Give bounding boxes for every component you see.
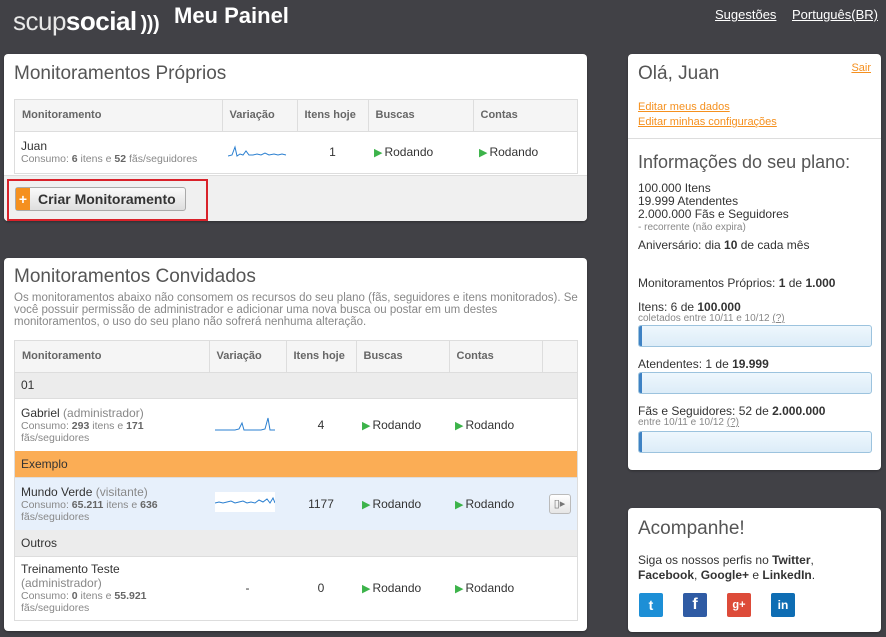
table-row[interactable]: Mundo Verde (visitante) Consumo: 65.211 … <box>15 477 577 530</box>
play-icon: ▶ <box>455 583 464 596</box>
col-searches[interactable]: Buscas <box>356 341 450 373</box>
top-bar: scupsocial))) Meu Painel Sugestões Portu… <box>0 0 886 40</box>
sparkline <box>209 398 286 451</box>
linkedin-icon[interactable]: in <box>771 593 795 617</box>
col-monitoring[interactable]: Monitoramento <box>15 100 223 132</box>
items-progress-bar <box>638 325 872 347</box>
invited-monitorings-panel: Monitoramentos Convidados Os monitoramen… <box>4 258 587 631</box>
suggestions-link[interactable]: Sugestões <box>715 7 776 22</box>
table-row[interactable]: Treinamento Teste (administrador) Consumo… <box>15 556 577 620</box>
accounts-status[interactable]: ▶ Rodando <box>449 477 542 530</box>
greeting: Olá, Juan <box>638 63 720 84</box>
col-accounts[interactable]: Contas <box>473 100 577 132</box>
edit-settings-link[interactable]: Editar minhas configurações <box>638 116 777 128</box>
group-row: Exemplo <box>15 451 577 478</box>
fans-progress-bar <box>638 431 872 453</box>
help-icon[interactable]: (?) <box>727 417 739 428</box>
play-icon: ▶ <box>362 498 371 511</box>
accounts-status[interactable]: ▶ Rodando <box>449 556 542 620</box>
col-variation[interactable]: Variação <box>209 341 287 373</box>
logout-link[interactable]: Sair <box>851 62 871 74</box>
logo-text-bold: social <box>65 6 137 36</box>
monitoring-usage: Consumo: 0 itens e 55.921 fãs/seguidores <box>21 590 147 615</box>
follow-text: Siga os nossos perfis no Twitter, Faceboo… <box>638 553 816 582</box>
monitoring-name[interactable]: Juan <box>21 139 216 153</box>
help-icon[interactable]: (?) <box>772 313 784 324</box>
page-title: Meu Painel <box>174 3 289 28</box>
play-icon: ▶ <box>362 419 371 432</box>
own-monitorings-table: Monitoramento Variação Itens hoje Buscas… <box>14 99 578 174</box>
monitoring-name[interactable]: Gabriel (administrador) <box>21 406 203 420</box>
fans-usage: Fãs e Seguidores: 52 de 2.000.000 <box>638 404 826 418</box>
play-icon: ▶ <box>479 147 488 160</box>
monitoring-usage: Consumo: 65.211 itens e 636 fãs/seguidor… <box>21 498 158 523</box>
searches-status[interactable]: ▶ Rodando <box>356 398 449 451</box>
follow-title: Acompanhe! <box>638 518 745 539</box>
accounts-status[interactable]: ▶ Rodando <box>473 131 577 173</box>
variation-empty: - <box>245 581 250 596</box>
searches-status[interactable]: ▶ Rodando <box>356 477 449 530</box>
sparkline <box>222 131 297 173</box>
col-items-today[interactable]: Itens hoje <box>286 341 357 373</box>
plan-anniversary: Aniversário: dia 10 de cada mês <box>638 238 810 252</box>
invited-monitorings-title: Monitoramentos Convidados <box>14 266 256 287</box>
invited-monitorings-table: Monitoramento Variação Itens hoje Buscas… <box>14 340 578 621</box>
play-icon: ▶ <box>374 147 383 160</box>
play-icon: ▶ <box>455 498 464 511</box>
monitoring-name[interactable]: Treinamento Teste (administrador) <box>21 562 203 590</box>
searches-status[interactable]: ▶ Rodando <box>368 131 473 173</box>
monitoring-usage: Consumo: 293 itens e 171 fãs/seguidores <box>21 419 144 444</box>
logo-text-light: scup <box>13 6 66 36</box>
own-monitorings-usage: Monitoramentos Próprios: 1 de 1.000 <box>638 276 836 290</box>
monitoring-usage: Consumo: 6 itens e 52 fãs/seguidores <box>21 153 198 166</box>
table-row[interactable]: Juan Consumo: 6 itens e 52 fãs/seguidore… <box>15 131 577 173</box>
highlight-box <box>7 179 208 221</box>
col-accounts[interactable]: Contas <box>449 341 543 373</box>
col-monitoring[interactable]: Monitoramento <box>15 341 210 373</box>
agents-progress-bar <box>638 372 872 394</box>
user-plan-panel: Olá, Juan Sair Editar meus dados Editar … <box>628 54 881 470</box>
facebook-icon[interactable]: f <box>683 593 707 617</box>
group-row: Outros <box>15 530 577 557</box>
play-icon: ▶ <box>362 583 371 596</box>
accounts-status[interactable]: ▶ Rodando <box>449 398 542 451</box>
language-selector[interactable]: Português(BR) <box>792 7 878 22</box>
invited-description: Os monitoramentos abaixo não consomem os… <box>14 292 578 328</box>
fans-period: entre 10/11 e 10/12 (?) <box>638 417 740 428</box>
agents-usage: Atendentes: 1 de 19.999 <box>638 357 769 371</box>
col-actions <box>542 341 577 373</box>
logo-waves-icon: ))) <box>140 13 160 35</box>
twitter-icon[interactable]: t <box>639 593 663 617</box>
table-row[interactable]: Gabriel (administrador) Consumo: 293 ite… <box>15 398 577 451</box>
items-today: 1177 <box>286 477 356 530</box>
edit-data-link[interactable]: Editar meus dados <box>638 101 730 113</box>
items-usage: Itens: 6 de 100.000 <box>638 300 741 314</box>
col-items-today[interactable]: Itens hoje <box>297 100 369 132</box>
plan-title: Informações do seu plano: <box>638 152 851 172</box>
items-today: 1 <box>329 145 336 160</box>
group-row: 01 <box>15 372 577 399</box>
items-period: coletados entre 10/11 e 10/12 (?) <box>638 313 785 324</box>
play-icon: ▶ <box>455 419 464 432</box>
own-monitorings-panel: Monitoramentos Próprios Monitoramento Va… <box>4 54 587 221</box>
plan-summary: 100.000 Itens 19.999 Atendentes 2.000.00… <box>638 181 789 234</box>
items-today: 0 <box>317 581 325 596</box>
own-monitorings-title: Monitoramentos Próprios <box>14 63 227 84</box>
google-plus-icon[interactable]: g+ <box>727 593 751 617</box>
monitoring-name[interactable]: Mundo Verde (visitante) <box>21 485 203 499</box>
sparkline <box>209 477 286 530</box>
leave-monitoring-icon[interactable]: ▯▸ <box>548 493 571 514</box>
searches-status[interactable]: ▶ Rodando <box>356 556 449 620</box>
col-variation[interactable]: Variação <box>222 100 298 132</box>
scup-logo[interactable]: scupsocial))) <box>13 6 160 37</box>
items-today: 4 <box>317 417 325 432</box>
divider <box>628 138 881 139</box>
follow-panel: Acompanhe! Siga os nossos perfis no Twit… <box>628 508 881 632</box>
col-searches[interactable]: Buscas <box>368 100 474 132</box>
